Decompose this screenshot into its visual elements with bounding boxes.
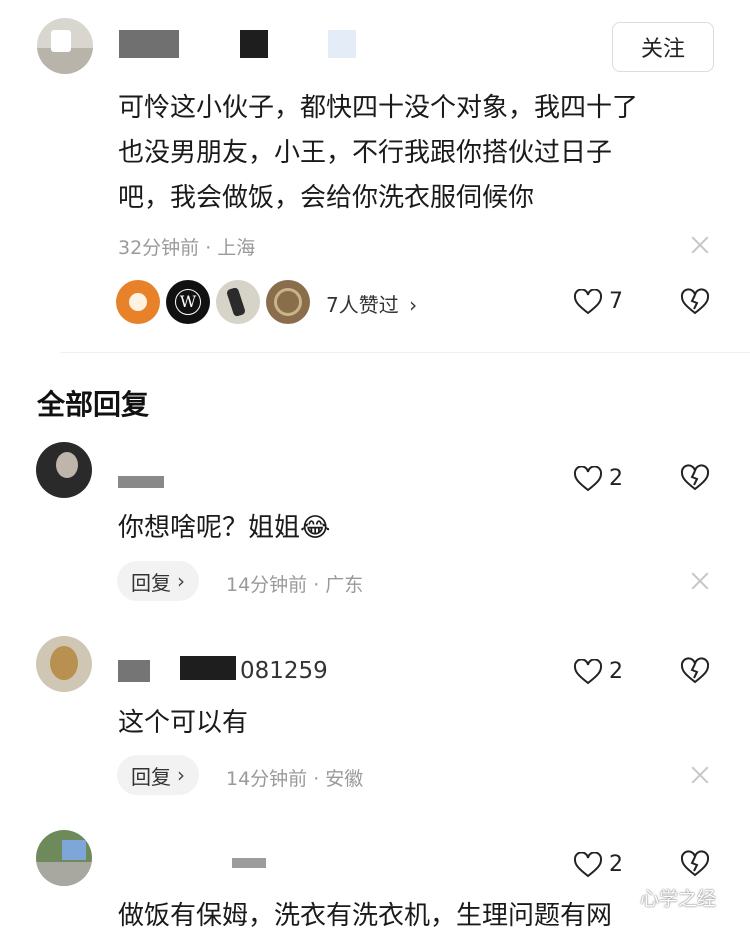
username-censor [328,30,356,58]
username-censor [118,476,164,488]
section-title: 全部回复 [37,388,150,421]
reply-button-label: 回复 [131,570,171,595]
chevron-right-icon: › [177,569,185,593]
divider [60,352,750,353]
chevron-right-icon: › [177,763,185,787]
like-count: 2 [609,659,623,684]
comment-line: 可怜这小伙子，都快四十没个对象，我四十了 [118,93,639,123]
broken-heart-icon[interactable] [680,464,710,492]
avatar[interactable] [37,18,93,74]
chevron-right-icon: › [409,293,418,317]
comment-line: 也没男朋友，小王，不行我跟你搭伙过日子 [118,138,613,168]
comment-meta: 32分钟前 · 上海 [118,237,256,259]
like-count: 2 [609,852,623,877]
username-censor [240,30,268,58]
avatar[interactable] [36,442,92,498]
reply-button-label: 回复 [131,764,171,789]
username-censor [232,858,266,868]
reply-meta: 14分钟前 · 广东 [226,574,364,596]
likers-label: 7人赞过 [326,293,399,317]
like-count: 7 [609,289,623,314]
username-censor [118,660,150,682]
liker-avatar[interactable] [216,280,260,324]
like-count: 2 [609,466,623,491]
reply-username[interactable]: 081259 [240,658,328,684]
watermark: 心学之经 [640,888,717,910]
broken-heart-icon[interactable] [680,288,710,316]
likers-link[interactable]: 7人赞过 › [326,289,417,318]
reply-text: 你想啥呢？姐姐😂 [118,507,330,544]
comment-line: 吧，我会做饭，会给你洗衣服伺候你 [118,183,535,213]
username-censor [180,656,236,680]
reply-meta: 14分钟前 · 安徽 [226,768,364,790]
reply-button[interactable]: 回复 › [117,755,199,795]
laughing-emoji-icon: 😂 [300,513,331,543]
close-icon[interactable] [689,570,711,592]
follow-button[interactable]: 关注 [612,22,714,72]
heart-icon[interactable] [573,466,603,492]
broken-heart-icon[interactable] [680,850,710,878]
reply-text: 这个可以有 [118,708,249,738]
heart-icon[interactable] [573,659,603,685]
broken-heart-icon[interactable] [680,657,710,685]
reply-button[interactable]: 回复 › [117,561,199,601]
liker-avatar[interactable] [116,280,160,324]
username-censor [119,30,179,58]
close-icon[interactable] [689,234,711,256]
avatar[interactable] [36,636,92,692]
reply-text: 做饭有保姆，洗衣有洗衣机，生理问题有网 [118,901,613,931]
reply-text-content: 你想啥呢？姐姐 [118,513,301,543]
heart-icon[interactable] [573,289,603,315]
heart-icon[interactable] [573,852,603,878]
liker-avatar[interactable] [266,280,310,324]
liker-avatar[interactable]: W [166,280,210,324]
close-icon[interactable] [689,764,711,786]
comment-text: 可怜这小伙子，都快四十没个对象，我四十了 也没男朋友，小王，不行我跟你搭伙过日子… [118,86,718,221]
avatar[interactable] [36,830,92,886]
